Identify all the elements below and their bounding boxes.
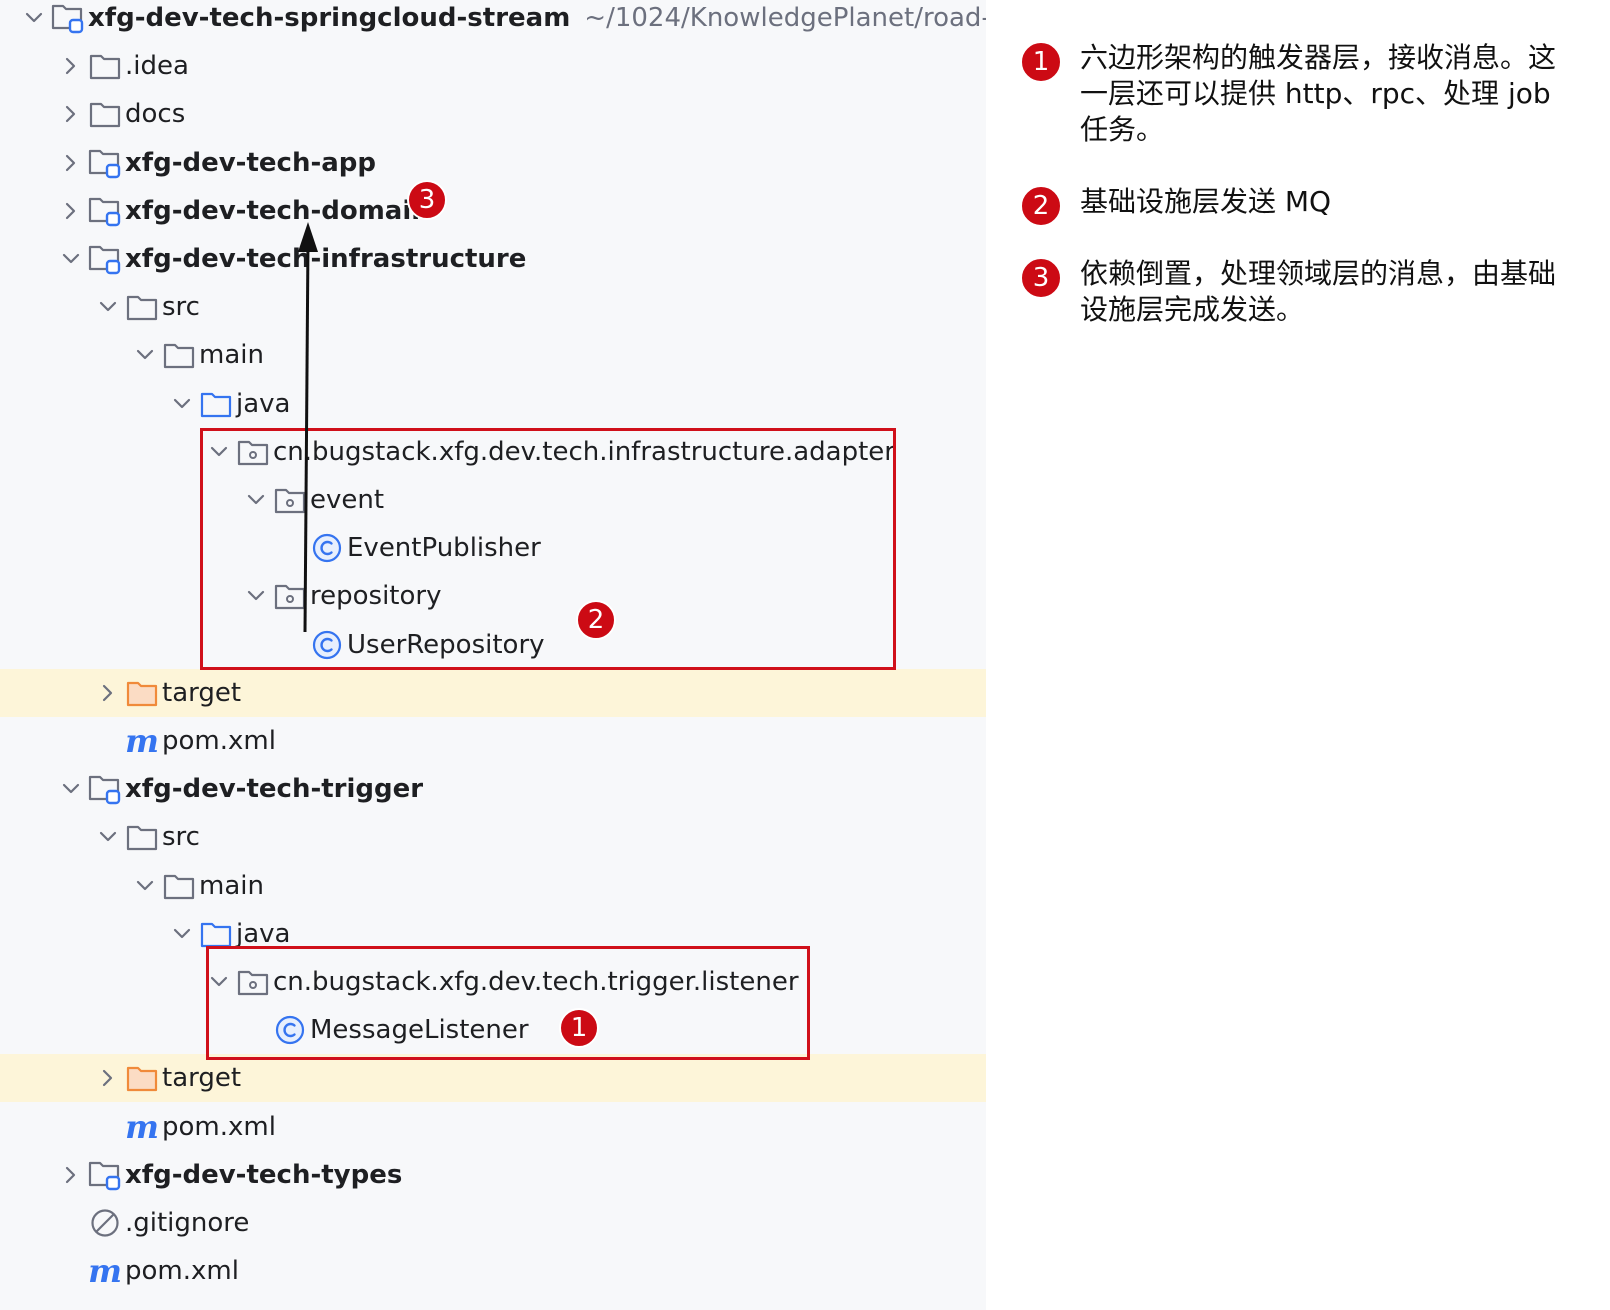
marker-badge-1: 1 — [559, 1008, 599, 1048]
note-2: 2 基础设施层发送 MQ — [1020, 184, 1580, 227]
marker-badge-2: 2 — [576, 600, 616, 640]
note-1: 1 六边形架构的触发器层，接收消息。这一层还可以提供 http、rpc、处理 j… — [1020, 40, 1580, 148]
note-2-badge: 2 — [1020, 185, 1062, 227]
dependency-arrow — [298, 222, 318, 633]
arrow-head — [298, 222, 318, 252]
note-1-badge: 1 — [1020, 41, 1062, 83]
note-1-text: 六边形架构的触发器层，接收消息。这一层还可以提供 http、rpc、处理 job… — [1080, 41, 1557, 146]
note-3: 3 依赖倒置，处理领域层的消息，由基础设施层完成发送。 — [1020, 256, 1580, 328]
arrow-shaft — [303, 239, 310, 633]
note-3-text: 依赖倒置，处理领域层的消息，由基础设施层完成发送。 — [1080, 257, 1557, 326]
note-3-badge: 3 — [1020, 257, 1062, 299]
note-2-text: 基础设施层发送 MQ — [1080, 185, 1332, 218]
marker-badge-3: 3 — [407, 180, 447, 220]
